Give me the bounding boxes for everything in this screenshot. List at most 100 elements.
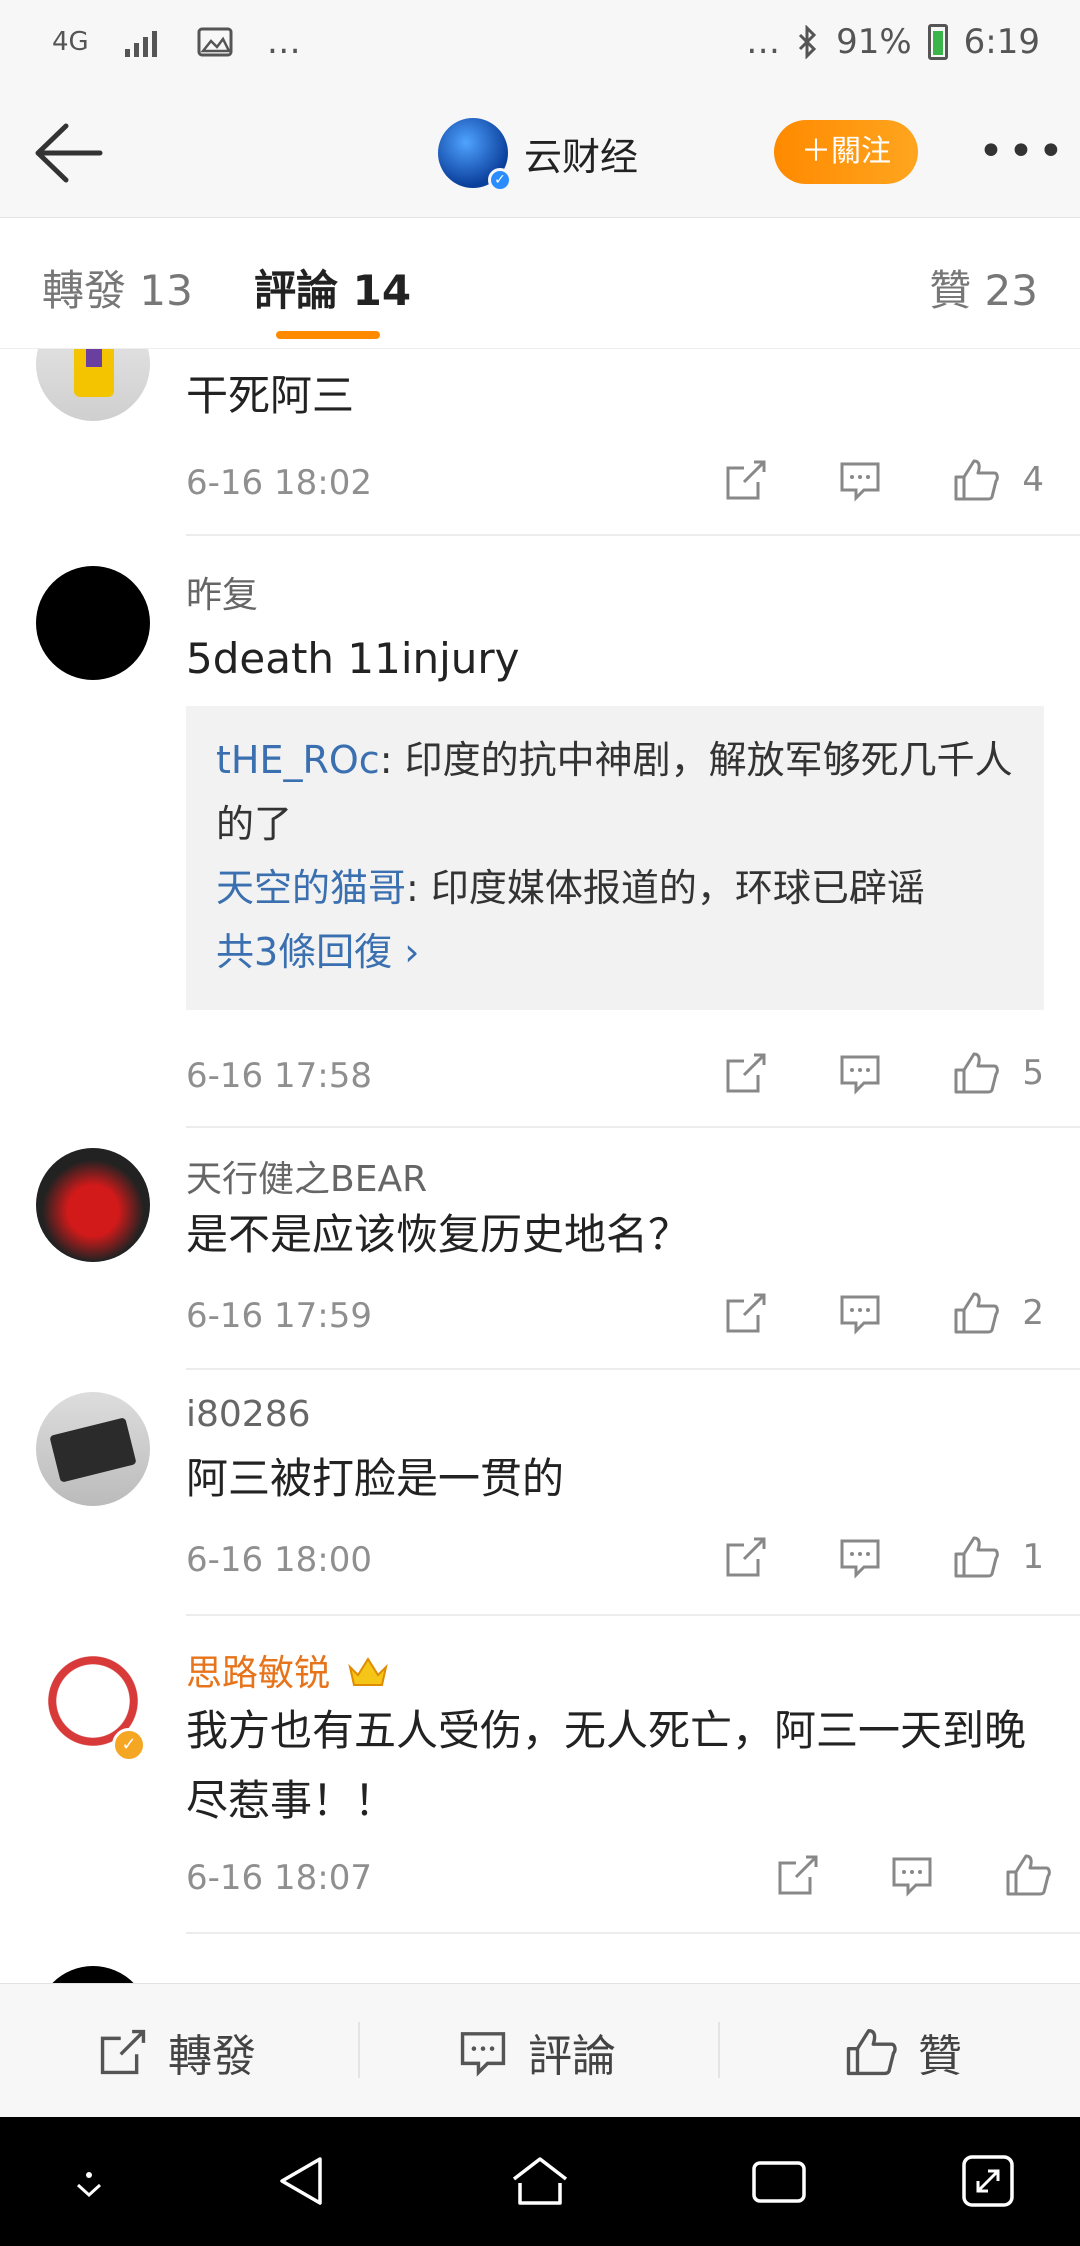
home-nav-icon[interactable] bbox=[508, 2153, 572, 2209]
share-button[interactable] bbox=[776, 1853, 820, 1897]
comment-author[interactable]: 思路敏锐 bbox=[186, 1644, 389, 1696]
comment-author[interactable]: 昨复 bbox=[186, 566, 258, 618]
comment-time: 6-16 17:59 bbox=[186, 1296, 372, 1336]
reply-button[interactable] bbox=[838, 1535, 882, 1579]
battery-percent: 91% bbox=[836, 22, 912, 62]
bluetooth-icon bbox=[799, 25, 817, 59]
share-icon bbox=[726, 460, 766, 500]
comment-label: 評論 bbox=[528, 2031, 616, 2082]
share-button[interactable] bbox=[724, 1291, 768, 1335]
reply-item: tHE_ROc: 印度的抗中神剧，解放军够死几千人的了 bbox=[216, 728, 1014, 856]
like-button[interactable]: 4 bbox=[952, 457, 1044, 503]
comment-text: 5death 11injury bbox=[186, 634, 520, 683]
like-button[interactable] bbox=[1004, 1852, 1074, 1898]
reply-button[interactable] bbox=[890, 1853, 934, 1897]
tab-likes[interactable]: 贊 23 bbox=[929, 257, 1038, 318]
thumbs-up-icon bbox=[954, 459, 1000, 501]
signal-icon bbox=[124, 31, 157, 57]
like-button[interactable]: 1 bbox=[952, 1534, 1044, 1580]
reply-author[interactable]: tHE_ROc bbox=[216, 738, 380, 782]
like-count: 4 bbox=[1022, 460, 1044, 500]
like-button[interactable]: 5 bbox=[952, 1050, 1044, 1096]
divider bbox=[186, 534, 1080, 536]
comment-icon bbox=[892, 1857, 932, 1897]
comment-text: 我方也有五人受伤，无人死亡，阿三一天到晚尽惹事！！ bbox=[186, 1706, 1027, 1825]
comment-author[interactable]: i80286 bbox=[186, 1394, 311, 1435]
comment-time: 6-16 18:00 bbox=[186, 1540, 372, 1580]
brand-name[interactable]: 云财经 bbox=[524, 126, 638, 181]
more-menu-icon[interactable]: ••• bbox=[978, 126, 1068, 177]
separator bbox=[718, 2022, 720, 2078]
share-button[interactable] bbox=[724, 458, 768, 502]
thumbs-up-icon bbox=[954, 1052, 1000, 1094]
avatar[interactable] bbox=[36, 566, 150, 680]
thumbs-up-icon bbox=[954, 1292, 1000, 1334]
network-indicator: 4G bbox=[52, 27, 89, 57]
share-button[interactable] bbox=[724, 1535, 768, 1579]
comment-time: 6-16 17:58 bbox=[186, 1056, 372, 1096]
reply-button[interactable] bbox=[838, 1291, 882, 1335]
recents-nav-icon[interactable] bbox=[750, 2157, 808, 2207]
share-button[interactable] bbox=[724, 1051, 768, 1095]
comment-icon bbox=[840, 462, 880, 502]
tab-reposts[interactable]: 轉發 13 bbox=[42, 257, 193, 318]
comment-list: 干死阿三 6-16 18:02 4 昨复 5death 11injury tHE… bbox=[0, 349, 1080, 1983]
avatar[interactable] bbox=[36, 1392, 150, 1506]
divider bbox=[186, 1368, 1080, 1370]
comment-time: 6-16 18:07 bbox=[186, 1858, 372, 1898]
status-dots: … bbox=[746, 22, 781, 62]
comment-author-name: 思路敏锐 bbox=[186, 1653, 331, 1694]
avatar[interactable] bbox=[36, 1148, 150, 1262]
comment-icon bbox=[840, 1295, 880, 1335]
reply-text: : 印度媒体报道的，环球已辟谣 bbox=[406, 866, 925, 910]
comment-icon bbox=[460, 2032, 506, 2077]
thumbs-up-icon bbox=[954, 1536, 1000, 1578]
reply-preview[interactable]: tHE_ROc: 印度的抗中神剧，解放军够死几千人的了 天空的猫哥: 印度媒体报… bbox=[186, 706, 1044, 1010]
divider bbox=[186, 1126, 1080, 1128]
avatar[interactable] bbox=[36, 349, 150, 421]
comment-actions bbox=[706, 1852, 1074, 1898]
share-icon bbox=[726, 1293, 766, 1333]
brand-avatar[interactable]: ✓ bbox=[438, 118, 512, 192]
repost-button[interactable]: 轉發 bbox=[98, 2020, 256, 2084]
back-nav-icon[interactable] bbox=[274, 2153, 328, 2209]
battery-icon bbox=[927, 24, 948, 60]
expand-nav-icon[interactable] bbox=[960, 2153, 1016, 2209]
comment-actions: 5 bbox=[654, 1050, 1044, 1096]
reply-author[interactable]: 天空的猫哥 bbox=[216, 866, 406, 910]
avatar[interactable] bbox=[36, 1966, 150, 1983]
crown-icon bbox=[348, 1657, 389, 1686]
comment-actions: 1 bbox=[654, 1534, 1044, 1580]
divider bbox=[186, 1614, 1080, 1616]
like-post-button[interactable]: 贊 bbox=[844, 2020, 962, 2084]
view-all-replies-link[interactable]: 共3條回復 › bbox=[216, 920, 1014, 984]
back-arrow-icon[interactable] bbox=[30, 118, 104, 188]
repost-label: 轉發 bbox=[168, 2031, 256, 2082]
active-tab-indicator bbox=[276, 331, 380, 339]
reply-button[interactable] bbox=[838, 1051, 882, 1095]
comment-button[interactable]: 評論 bbox=[458, 2020, 616, 2084]
like-button[interactable]: 2 bbox=[952, 1290, 1044, 1336]
comment-text: 是不是应该恢复历史地名？ bbox=[186, 1210, 691, 1259]
separator bbox=[358, 2022, 360, 2078]
follow-button[interactable]: ＋關注 bbox=[774, 120, 918, 184]
comment-author[interactable]: 天行健之BEAR bbox=[186, 1150, 427, 1202]
top-nav: ✓ 云财经 ＋關注 ••• bbox=[0, 90, 1080, 218]
tab-comments[interactable]: 評論 14 bbox=[254, 257, 411, 318]
comment-text: 阿三被打脸是一贯的 bbox=[186, 1454, 565, 1503]
verified-icon: ✓ bbox=[488, 168, 512, 192]
reply-button[interactable] bbox=[838, 458, 882, 502]
comment-time: 6-16 18:02 bbox=[186, 463, 372, 503]
thumbs-up-icon bbox=[1006, 1854, 1051, 1896]
like-count: 5 bbox=[1022, 1053, 1044, 1093]
clock: 6:19 bbox=[963, 22, 1040, 62]
comment-icon bbox=[840, 1539, 880, 1579]
comment-text: 干死阿三 bbox=[186, 371, 355, 420]
share-icon bbox=[726, 1053, 766, 1093]
like-count: 2 bbox=[1022, 1293, 1044, 1333]
like-label: 贊 bbox=[918, 2031, 962, 2082]
reply-item: 天空的猫哥: 印度媒体报道的，环球已辟谣 bbox=[216, 856, 1014, 920]
hide-keyboard-icon[interactable] bbox=[64, 2167, 114, 2207]
bottom-action-bar: 轉發 評論 贊 bbox=[0, 1983, 1080, 2117]
share-icon bbox=[726, 1537, 766, 1577]
